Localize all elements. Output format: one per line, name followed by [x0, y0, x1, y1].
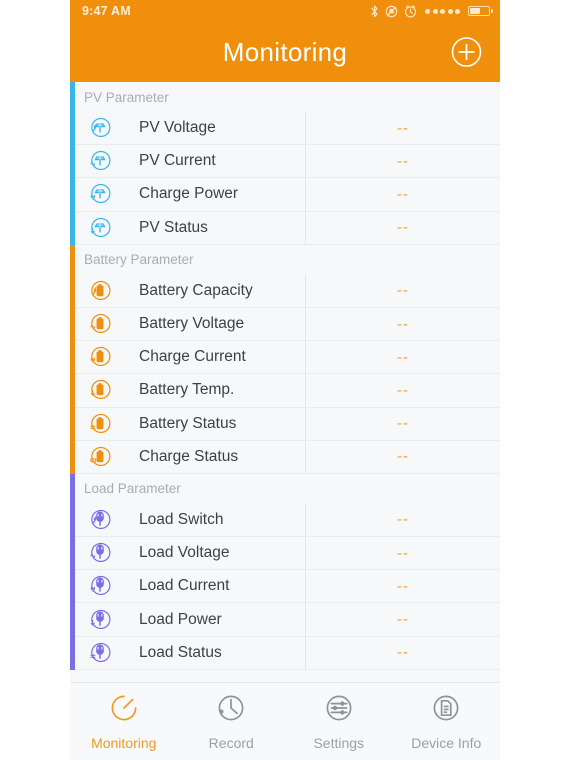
add-device-button[interactable]	[451, 37, 482, 68]
parameter-row[interactable]: PV Voltage --	[70, 112, 500, 146]
parameter-row[interactable]: Charge Status --	[70, 440, 500, 474]
parameter-value: --	[305, 503, 500, 537]
page-title: Monitoring	[222, 36, 348, 67]
tab-label: Record	[208, 735, 254, 751]
charge-current-icon	[70, 344, 116, 370]
parameter-value: --	[305, 112, 500, 145]
status-bar: 9:47 AM	[70, 0, 500, 22]
section-header: Battery Parameter	[70, 244, 500, 275]
app-header: Monitoring	[70, 22, 500, 82]
parameter-row[interactable]: Charge Power --	[70, 178, 500, 212]
status-icons	[370, 4, 493, 18]
load-switch-icon	[70, 507, 116, 533]
tab-device-info[interactable]: Device Info	[393, 691, 501, 751]
parameter-value: --	[305, 407, 500, 440]
load-voltage-icon	[70, 540, 116, 566]
parameter-row[interactable]: Battery Voltage --	[70, 307, 500, 342]
battery-temp-icon	[70, 377, 116, 403]
load-status-icon	[70, 640, 116, 666]
parameter-row[interactable]: Load Power --	[70, 603, 500, 637]
document-icon	[429, 691, 463, 730]
section-rail	[70, 82, 75, 245]
parameter-list[interactable]: PV Parameter PV Voltage -- PV Current -- Char…	[70, 82, 500, 682]
section-header: Load Parameter	[70, 473, 500, 504]
clock-icon	[214, 691, 248, 730]
parameter-row[interactable]: Charge Current --	[70, 341, 500, 375]
parameter-label: Charge Current	[139, 348, 246, 366]
parameter-row[interactable]: Load Status --	[70, 636, 500, 670]
parameter-label: Battery Capacity	[139, 281, 253, 299]
pv-status-icon	[70, 215, 116, 241]
charge-power-icon	[70, 181, 116, 207]
silent-mode-icon	[385, 5, 398, 18]
parameter-label: Load Power	[139, 610, 222, 628]
parameter-row[interactable]: Load Voltage --	[70, 537, 500, 571]
phone-screen: 9:47 AM Monitoring PV Parameter PV Volta…	[70, 0, 500, 760]
tab-record[interactable]: Record	[178, 691, 286, 751]
parameter-row[interactable]: PV Current --	[70, 145, 500, 179]
parameter-label: Load Status	[139, 643, 222, 661]
parameter-label: PV Status	[139, 218, 208, 236]
load-power-icon	[70, 607, 116, 633]
parameter-row[interactable]: Battery Capacity --	[70, 274, 500, 308]
pv-voltage-icon	[70, 115, 116, 141]
parameter-row[interactable]: PV Status --	[70, 211, 500, 245]
tab-label: Settings	[313, 735, 365, 751]
parameter-label: Load Current	[139, 577, 230, 595]
parameter-label: PV Current	[139, 152, 216, 170]
parameter-row[interactable]: Battery Temp. --	[70, 374, 500, 408]
parameter-value: --	[305, 570, 500, 603]
section-rail	[70, 474, 75, 670]
tab-settings[interactable]: Settings	[285, 691, 393, 751]
parameter-value: --	[305, 307, 500, 341]
parameter-label: Load Voltage	[139, 544, 230, 562]
bluetooth-icon	[370, 5, 379, 18]
parameter-value: --	[305, 145, 500, 178]
pv-current-icon	[70, 148, 116, 174]
parameter-label: Battery Status	[139, 414, 237, 432]
sections-container: PV Parameter PV Voltage -- PV Current -- Char…	[70, 82, 500, 670]
parameter-label: Load Switch	[139, 510, 224, 528]
tab-monitoring[interactable]: Monitoring	[70, 691, 178, 751]
parameter-label: Battery Voltage	[139, 315, 245, 333]
parameter-value: --	[305, 440, 500, 473]
parameter-value: --	[305, 374, 500, 407]
sliders-icon	[322, 691, 356, 730]
parameter-value: --	[305, 211, 500, 244]
battery-capacity-icon	[70, 278, 116, 304]
section-header: PV Parameter	[70, 82, 500, 112]
tab-label: Device Info	[411, 735, 482, 751]
battery-status-icon	[70, 411, 116, 437]
gauge-icon	[107, 691, 141, 730]
parameter-value: --	[305, 636, 500, 669]
parameter-label: PV Voltage	[139, 119, 216, 137]
parameter-value: --	[305, 274, 500, 307]
parameter-label: Charge Status	[139, 447, 239, 465]
tab-label: Monitoring	[91, 735, 157, 751]
status-time: 9:47 AM	[82, 4, 131, 18]
charge-status-icon	[70, 444, 116, 470]
signal-dots	[425, 8, 460, 14]
parameter-value: --	[305, 178, 500, 211]
parameter-label: Charge Power	[139, 185, 239, 203]
battery-icon	[468, 6, 493, 16]
parameter-value: --	[305, 537, 500, 570]
parameter-value: --	[305, 603, 500, 636]
parameter-label: Battery Temp.	[139, 381, 235, 399]
parameter-row[interactable]: Load Switch --	[70, 503, 500, 538]
parameter-row[interactable]: Load Current --	[70, 570, 500, 604]
section-rail	[70, 244, 75, 474]
battery-voltage-icon	[70, 311, 116, 337]
parameter-row[interactable]: Battery Status --	[70, 407, 500, 441]
load-current-icon	[70, 573, 116, 599]
bottom-tab-bar[interactable]: Monitoring Record Settings Device Info	[70, 682, 500, 760]
parameter-value: --	[305, 341, 500, 374]
alarm-icon	[404, 4, 417, 18]
